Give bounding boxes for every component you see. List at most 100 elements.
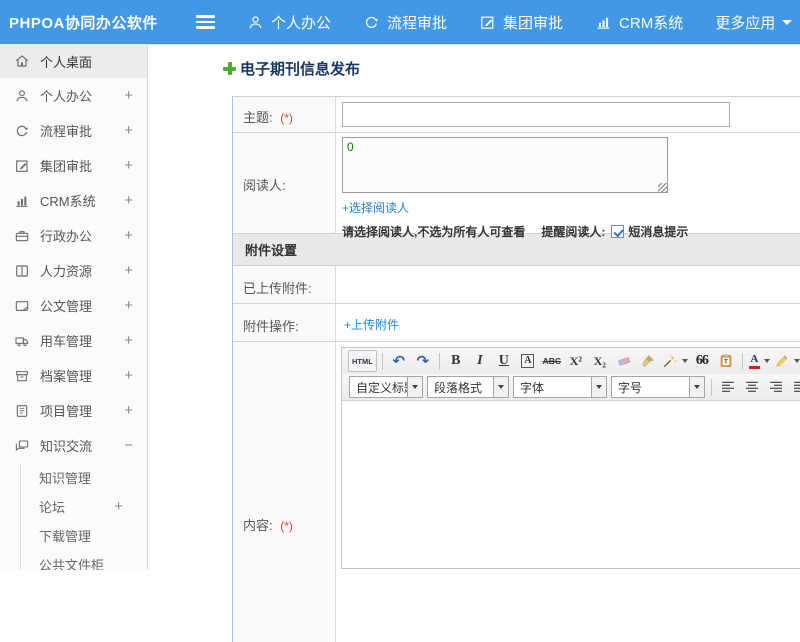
sidebar-subitem-public-file-cabinet[interactable]: 公共文件柜 <box>21 550 147 570</box>
editor-toolbar-row-1: HTML ↶ ↷ B I U A ABC X² X₂ 66 A <box>342 348 800 374</box>
sidebar-item-vehicle-mgmt[interactable]: 用车管理 + <box>0 323 147 358</box>
sidebar-item-personal-office[interactable]: 个人办公 + <box>0 78 147 113</box>
template-button[interactable] <box>715 350 737 372</box>
align-justify-button[interactable] <box>789 376 800 398</box>
upload-attachment-link[interactable]: +上传附件 <box>344 316 399 333</box>
readers-textarea[interactable]: 0 <box>342 137 668 193</box>
readers-label: 阅读人: <box>233 133 336 233</box>
select-readers-link[interactable]: +选择阅读人 <box>342 199 409 216</box>
nav-personal-office[interactable]: 个人办公 <box>247 12 331 33</box>
nav-group-approval[interactable]: 集团审批 <box>479 12 563 33</box>
subject-input[interactable] <box>342 102 730 127</box>
expand-plus-icon[interactable]: + <box>124 403 133 418</box>
label-text: 附件操作: <box>243 319 299 334</box>
sidebar-item-label: 项目管理 <box>40 404 93 419</box>
font-color-button[interactable]: A <box>748 350 771 372</box>
rich-text-editor: HTML ↶ ↷ B I U A ABC X² X₂ 66 A 自定义标 段落格… <box>341 347 800 569</box>
source-code-button[interactable]: HTML <box>348 350 377 372</box>
font-size-select[interactable]: 字号 <box>611 376 705 398</box>
superscript-button[interactable]: X² <box>565 350 587 372</box>
expand-plus-icon[interactable]: + <box>124 333 133 348</box>
expand-plus-icon[interactable]: + <box>124 368 133 383</box>
expand-plus-icon[interactable]: + <box>114 499 123 514</box>
sidebar-item-admin-office[interactable]: 行政办公 + <box>0 218 147 253</box>
font-name-button[interactable]: A <box>517 350 539 372</box>
sidebar-subitem-knowledge-mgmt[interactable]: 知识管理 <box>21 463 147 492</box>
readers-note-text: 请选择阅读人,不选为所有人可查看 <box>342 225 526 239</box>
nav-label: 流程审批 <box>387 14 448 32</box>
sidebar-item-project-mgmt[interactable]: 项目管理 + <box>0 393 147 428</box>
menu-icon[interactable] <box>196 15 215 29</box>
caret-down-icon <box>763 359 770 363</box>
label-text: 阅读人: <box>243 178 286 193</box>
custom-heading-select[interactable]: 自定义标题 <box>349 376 423 398</box>
nav-label: 集团审批 <box>503 14 564 32</box>
toolbar-separator <box>741 352 743 370</box>
sidebar-item-document-mgmt[interactable]: 公文管理 + <box>0 288 147 323</box>
expand-plus-icon[interactable]: + <box>124 158 133 173</box>
blockquote-button[interactable]: 66 <box>691 350 713 372</box>
user-icon <box>247 14 264 31</box>
align-justify-icon <box>792 379 800 395</box>
sidebar-subitem-label: 公共文件柜 <box>39 558 105 570</box>
expand-plus-icon[interactable]: + <box>124 263 133 278</box>
caret-down-icon <box>793 359 800 363</box>
section-title: 附件设置 <box>245 243 298 258</box>
toolbar-separator <box>381 352 383 370</box>
expand-plus-icon[interactable]: + <box>124 193 133 208</box>
sidebar-item-archive-mgmt[interactable]: 档案管理 + <box>0 358 147 393</box>
sidebar-subitem-forum[interactable]: 论坛 + <box>21 492 147 521</box>
expand-plus-icon[interactable]: + <box>124 228 133 243</box>
expand-plus-icon[interactable]: + <box>124 298 133 313</box>
strikethrough-button[interactable]: ABC <box>541 350 563 372</box>
remove-format-button[interactable] <box>613 350 635 372</box>
nav-more-apps[interactable]: 更多应用 <box>715 12 793 33</box>
subject-label: 主题: (*) <box>233 97 336 132</box>
readers-note: 请选择阅读人,不选为所有人可查看 提醒阅读人: 短消息提示 <box>342 223 800 240</box>
align-left-button[interactable] <box>717 376 739 398</box>
expand-plus-icon[interactable]: + <box>124 123 133 138</box>
sidebar-item-workflow-approval[interactable]: 流程审批 + <box>0 113 147 148</box>
nav-workflow-approval[interactable]: 流程审批 <box>363 12 447 33</box>
select-value: 字体 <box>520 380 545 395</box>
sidebar-item-label: 知识交流 <box>40 439 93 454</box>
sms-tip-checkbox[interactable] <box>611 225 625 238</box>
sidebar-subitem-download-mgmt[interactable]: 下载管理 <box>21 521 147 550</box>
editor-content-area[interactable] <box>342 400 800 568</box>
sidebar-item-personal-desktop[interactable]: 个人桌面 <box>0 44 147 78</box>
align-center-button[interactable] <box>741 376 763 398</box>
sidebar-item-label: 人力资源 <box>40 264 93 279</box>
expand-plus-icon[interactable]: + <box>124 88 133 103</box>
sidebar-subitem-label: 下载管理 <box>39 529 92 544</box>
font-family-select[interactable]: 字体 <box>513 376 607 398</box>
edit-icon <box>14 158 30 174</box>
redo-button[interactable]: ↷ <box>412 350 434 372</box>
underline-button[interactable]: U <box>493 350 515 372</box>
notebook-icon <box>14 403 30 419</box>
quick-format-button[interactable] <box>661 350 689 372</box>
content-label: 内容: (*) <box>233 342 336 642</box>
bold-button[interactable]: B <box>445 350 467 372</box>
align-right-button[interactable] <box>765 376 787 398</box>
sidebar-item-crm-system[interactable]: CRM系统 + <box>0 183 147 218</box>
sidebar-item-label: 流程审批 <box>40 124 93 139</box>
sidebar-item-group-approval[interactable]: 集团审批 + <box>0 148 147 183</box>
italic-button[interactable]: I <box>469 350 491 372</box>
nav-crm-system[interactable]: CRM系统 <box>595 12 683 33</box>
undo-button[interactable]: ↶ <box>388 350 410 372</box>
sidebar-item-human-resources[interactable]: 人力资源 + <box>0 253 147 288</box>
editor-toolbar-row-2: 自定义标题 段落格式 字体 字号 <box>342 374 800 400</box>
main-content: 电子期刊信息发布 主题: (*) 阅读人: 0 +选择阅读人 请选择阅读人,不选… <box>149 44 800 642</box>
highlight-color-button[interactable] <box>773 350 800 372</box>
resize-grip[interactable] <box>658 183 667 192</box>
clear-html-button[interactable] <box>637 350 659 372</box>
uploaded-attachments-value <box>336 266 800 303</box>
paragraph-format-select[interactable]: 段落格式 <box>427 376 509 398</box>
font-color-icon: A <box>748 353 760 369</box>
sidebar-item-knowledge-exchange[interactable]: 知识交流 − <box>0 428 147 463</box>
collapse-minus-icon[interactable]: − <box>124 438 133 453</box>
font-box-glyph: A <box>521 354 535 368</box>
sidebar-item-label: 集团审批 <box>40 159 93 174</box>
uploaded-attachments-label: 已上传附件: <box>233 266 336 303</box>
subscript-button[interactable]: X₂ <box>589 350 611 372</box>
